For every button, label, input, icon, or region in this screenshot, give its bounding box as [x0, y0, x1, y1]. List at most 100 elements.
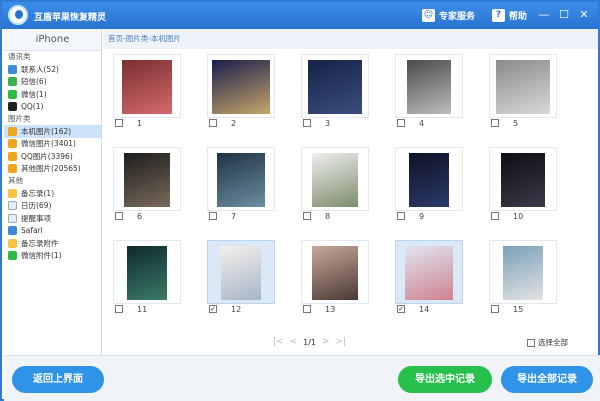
- next-page-button[interactable]: >: [322, 337, 330, 347]
- photo-checkbox[interactable]: [491, 305, 499, 313]
- photo-checkbox[interactable]: [209, 119, 217, 127]
- photo-checkbox[interactable]: [303, 305, 311, 313]
- sidebar-item-label: 其他图片(20565): [21, 164, 81, 174]
- photo-thumbnail[interactable]: [207, 54, 275, 118]
- breadcrumb: 首页-图片类-本机图片: [103, 29, 598, 49]
- photo-checkbox[interactable]: [303, 212, 311, 220]
- photo-thumbnail[interactable]: [207, 147, 275, 211]
- photo-thumbnail[interactable]: [489, 54, 557, 118]
- photo-thumbnail[interactable]: [301, 240, 369, 304]
- photo-number: 7: [231, 212, 237, 221]
- photo-thumbnail[interactable]: [113, 240, 181, 304]
- sidebar-item-label: 本机图片(162): [21, 126, 72, 136]
- photo-item[interactable]: 7: [207, 147, 275, 222]
- photo-thumbnail[interactable]: [301, 54, 369, 118]
- app-logo-icon: [8, 5, 28, 25]
- wechat-attachment-icon: [8, 251, 17, 261]
- photo-item[interactable]: 15: [489, 240, 557, 315]
- sidebar-item[interactable]: 备忘录附件: [4, 237, 101, 250]
- reminders-icon: [8, 213, 17, 223]
- sidebar-item[interactable]: 微信图片(3401): [4, 138, 101, 151]
- photo-thumbnail[interactable]: [489, 147, 557, 211]
- photo-checkbox[interactable]: [115, 212, 123, 220]
- sidebar-item-label: 微信附件(1): [21, 251, 62, 261]
- footer-bar: 返回上界面 导出选中记录 导出全部记录: [4, 355, 600, 401]
- photo-item[interactable]: 4: [395, 54, 463, 129]
- photo-number: 11: [137, 305, 148, 314]
- photo-image: [122, 60, 172, 114]
- sidebar-item[interactable]: 短信(6): [4, 76, 101, 89]
- sidebar-item[interactable]: 备忘录(1): [4, 187, 101, 200]
- photo-thumbnail[interactable]: [207, 240, 275, 304]
- photo-checkbox[interactable]: [115, 119, 123, 127]
- photo-thumbnail[interactable]: [301, 147, 369, 211]
- sidebar-item[interactable]: 日历(69): [4, 200, 101, 213]
- sidebar-category: 图片类: [8, 114, 31, 123]
- sidebar-item[interactable]: QQ图片(3396): [4, 150, 101, 163]
- photo-thumbnail[interactable]: [395, 147, 463, 211]
- photo-thumbnail[interactable]: [395, 54, 463, 118]
- select-all-checkbox[interactable]: [527, 338, 535, 347]
- qq-photos-icon: [8, 151, 17, 161]
- other-photos-icon: [8, 164, 17, 174]
- photo-item[interactable]: 9: [395, 147, 463, 222]
- photo-item[interactable]: 2: [207, 54, 275, 129]
- sidebar-item-label: 短信(6): [21, 77, 47, 87]
- photo-checkbox[interactable]: [303, 119, 311, 127]
- sidebar-category: 通讯类: [8, 52, 31, 61]
- photo-checkbox[interactable]: [491, 119, 499, 127]
- help-button[interactable]: ? 帮助: [492, 8, 527, 23]
- expert-service-button[interactable]: ☺ 专家服务: [422, 8, 475, 23]
- photo-item[interactable]: ✓ 14: [395, 240, 463, 315]
- sidebar-item[interactable]: Safari: [4, 225, 101, 238]
- prev-page-button[interactable]: <: [290, 337, 298, 347]
- sidebar-item[interactable]: QQ(1): [4, 101, 101, 114]
- photo-item[interactable]: 1: [113, 54, 181, 129]
- back-button[interactable]: 返回上界面: [12, 366, 104, 393]
- photo-image: [501, 153, 545, 207]
- sidebar-item[interactable]: 提醒事项: [4, 212, 101, 225]
- photo-checkbox[interactable]: [491, 212, 499, 220]
- minimize-button[interactable]: —: [537, 7, 551, 22]
- photo-item[interactable]: 3: [301, 54, 369, 129]
- sidebar-item[interactable]: 微信(1): [4, 88, 101, 101]
- photo-item[interactable]: 10: [489, 147, 557, 222]
- photo-image: [503, 246, 543, 300]
- photo-item[interactable]: 13: [301, 240, 369, 315]
- sidebar-item-label: 联系人(52): [21, 64, 59, 74]
- photo-image: [221, 246, 261, 300]
- photo-checkbox[interactable]: ✓: [209, 305, 217, 313]
- export-all-button[interactable]: 导出全部记录: [501, 366, 593, 393]
- sidebar-groups: 通讯类联系人(52) 短信(6) 微信(1) QQ(1) 图片类本机图片(162) 微信图…: [4, 51, 101, 262]
- photo-thumbnail[interactable]: [113, 54, 181, 118]
- sms-icon: [8, 77, 17, 87]
- photo-checkbox[interactable]: [397, 119, 405, 127]
- photo-item[interactable]: 11: [113, 240, 181, 315]
- sidebar-item[interactable]: 其他图片(20565): [4, 163, 101, 176]
- first-page-button[interactable]: |<: [273, 337, 284, 347]
- photo-thumbnail[interactable]: [395, 240, 463, 304]
- photo-item[interactable]: 5: [489, 54, 557, 129]
- export-selected-button[interactable]: 导出选中记录: [398, 366, 492, 393]
- photo-checkbox[interactable]: [115, 305, 123, 313]
- last-page-button[interactable]: >|: [336, 337, 347, 347]
- photo-item[interactable]: 6: [113, 147, 181, 222]
- photos-icon: [8, 126, 17, 136]
- select-all-toggle[interactable]: 选择全部: [527, 337, 568, 348]
- sidebar-item[interactable]: 微信附件(1): [4, 250, 101, 263]
- photo-thumbnail[interactable]: [489, 240, 557, 304]
- sidebar-item[interactable]: 联系人(52): [4, 63, 101, 76]
- maximize-button[interactable]: ☐: [557, 7, 571, 22]
- photo-thumbnail[interactable]: [113, 147, 181, 211]
- photo-item[interactable]: 8: [301, 147, 369, 222]
- photo-checkbox[interactable]: ✓: [397, 305, 405, 313]
- photo-number: 13: [325, 305, 336, 314]
- help-label: 帮助: [509, 12, 528, 22]
- sidebar-item[interactable]: 本机图片(162): [4, 125, 101, 138]
- sidebar-item-label: 日历(69): [21, 201, 52, 211]
- close-button[interactable]: ✕: [577, 7, 591, 22]
- select-all-label: 选择全部: [538, 338, 568, 347]
- photo-item[interactable]: ✓ 12: [207, 240, 275, 315]
- photo-checkbox[interactable]: [397, 212, 405, 220]
- photo-checkbox[interactable]: [209, 212, 217, 220]
